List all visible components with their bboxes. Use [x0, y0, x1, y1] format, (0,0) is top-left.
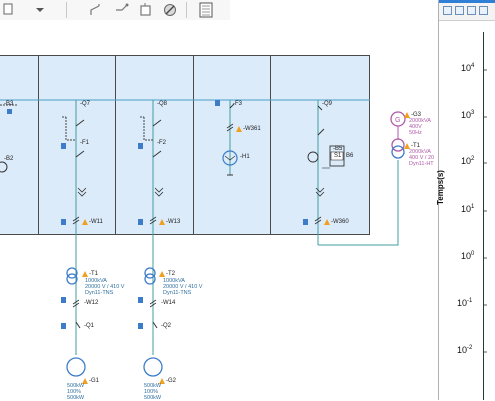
device-icon	[138, 323, 143, 329]
generator-icon	[143, 357, 163, 377]
t2-vector: Dyn11-TNS	[163, 290, 192, 296]
g1-power2: 500kW	[67, 395, 85, 401]
label-s1: S1	[334, 153, 342, 159]
transformer-icon	[391, 138, 405, 152]
label-q1: -Q1	[84, 323, 95, 329]
selectivity-chart-panel: 104 103 102 101 100 10-1 10-2	[438, 0, 495, 400]
relay-icon	[307, 151, 319, 163]
label-h1: -H1	[240, 154, 250, 160]
source-t1-vector: Dyn11-HT	[409, 161, 434, 167]
label-q8: -Q8	[157, 101, 168, 107]
label-g2: -G2	[166, 378, 177, 384]
g3-frequency: 50Hz	[409, 130, 422, 136]
label-w361: -W361	[243, 126, 261, 132]
label-g1: -G1	[89, 378, 100, 384]
device-icon	[61, 323, 66, 329]
label-b2: -B2	[4, 156, 14, 162]
device-icon	[138, 297, 143, 303]
device-icon	[61, 219, 66, 225]
load-icon	[0, 161, 8, 173]
label-t1: -T1	[89, 271, 98, 277]
label-q7: -Q7	[80, 101, 91, 107]
ytick-label: 101	[461, 204, 475, 214]
feeder-f3	[215, 100, 238, 176]
device-icon	[61, 143, 66, 149]
generator-icon	[66, 357, 86, 377]
device-icon	[215, 100, 220, 106]
label-f1: -F1	[80, 140, 89, 146]
source-generator: G	[390, 111, 406, 159]
label-w13: -W13	[166, 219, 181, 225]
ytick-label: 10-2	[457, 345, 473, 355]
label-w360: -W360	[331, 219, 349, 225]
label-b5: -B5	[333, 146, 343, 152]
feeder-q9	[303, 100, 399, 246]
svg-text:G: G	[395, 117, 400, 124]
label-t2: -T2	[166, 271, 175, 277]
ytick-label: 10-1	[457, 298, 473, 308]
label-b3: -B3	[4, 101, 14, 107]
ytick-label: 100	[461, 251, 475, 261]
device-icon	[303, 219, 308, 225]
device-icon	[7, 109, 12, 114]
chart-tick-marks	[483, 69, 487, 353]
label-b6: B6	[346, 153, 354, 159]
chart-y-axis-label: Temps(s)	[436, 170, 445, 205]
label-f2: -F2	[157, 140, 166, 146]
device-icon	[138, 143, 143, 149]
device-icon	[61, 297, 66, 303]
label-w11: -W11	[89, 219, 103, 225]
label-q9: -Q9	[322, 101, 333, 107]
label-w12: -W12	[84, 300, 99, 306]
label-f3: -F3	[233, 101, 242, 107]
g2-power2: 500kW	[144, 395, 162, 401]
t1-vector: Dyn11-TNS	[85, 290, 114, 296]
warning-icons	[82, 112, 410, 384]
device-icon	[138, 219, 143, 225]
label-q2: -Q2	[161, 323, 172, 329]
ytick-label: 103	[461, 110, 475, 120]
schematic-drawing: G	[0, 99, 410, 384]
label-w14: -W14	[161, 300, 176, 306]
ytick-label: 104	[461, 63, 475, 73]
ytick-label: 102	[461, 156, 475, 166]
